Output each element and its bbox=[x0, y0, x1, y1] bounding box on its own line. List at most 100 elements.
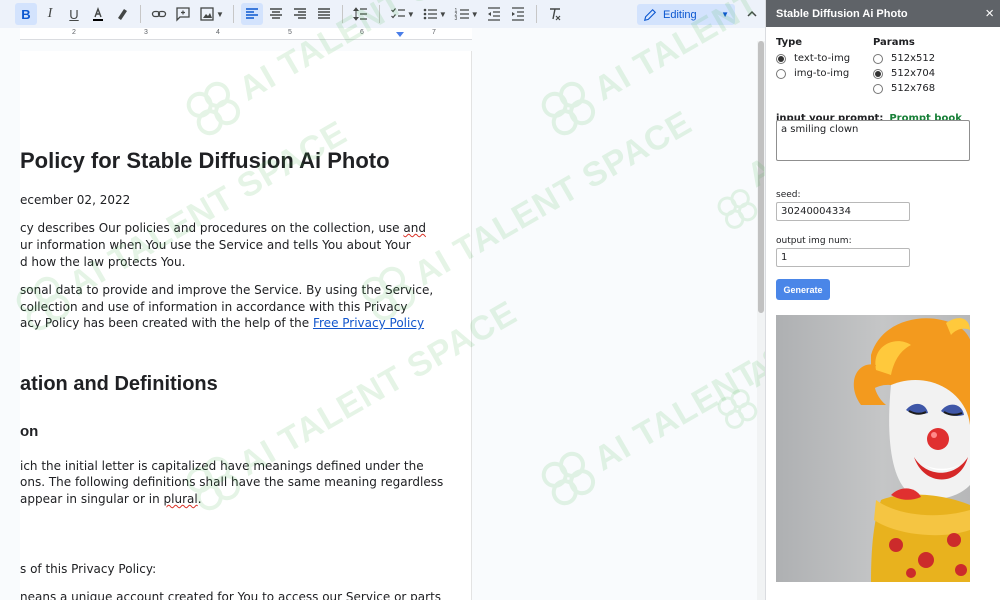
document-scrollbar[interactable] bbox=[757, 41, 765, 600]
spelling-flag[interactable]: and bbox=[403, 221, 426, 235]
doc-date: ecember 02, 2022 bbox=[20, 193, 131, 207]
collapse-toolbar-button[interactable] bbox=[742, 4, 762, 24]
doc-paragraph-line: s of this Privacy Policy: bbox=[20, 562, 157, 576]
chevron-down-icon[interactable]: ▼ bbox=[471, 10, 479, 19]
chevron-down-icon[interactable]: ▼ bbox=[439, 10, 447, 19]
chevron-down-icon[interactable]: ▼ bbox=[407, 10, 415, 19]
params-group: Params 512x512 512x704 512x768 bbox=[873, 37, 935, 96]
svg-text:3: 3 bbox=[454, 16, 457, 22]
chevron-down-icon: ▼ bbox=[721, 10, 729, 19]
decrease-indent-icon bbox=[487, 7, 500, 21]
type-option-img-to-img[interactable]: img-to-img bbox=[776, 66, 850, 81]
params-label: Params bbox=[873, 37, 915, 48]
radio-label: 512x512 bbox=[891, 53, 936, 64]
doc-paragraph-line: ons. The following definitions shall hav… bbox=[20, 475, 444, 489]
text-color-button[interactable] bbox=[87, 3, 109, 25]
params-option-512x512[interactable]: 512x512 bbox=[873, 51, 935, 66]
underline-button[interactable]: U bbox=[63, 3, 85, 25]
doc-paragraph-line: acy Policy has been created with the hel… bbox=[20, 315, 424, 332]
ruler-number: 7 bbox=[432, 29, 436, 36]
horizontal-ruler[interactable]: 2 3 4 5 6 7 bbox=[20, 28, 472, 40]
italic-button[interactable]: I bbox=[39, 3, 61, 25]
align-center-button[interactable] bbox=[265, 3, 287, 25]
line-spacing-button[interactable] bbox=[350, 3, 372, 25]
params-option-512x704[interactable]: 512x704 bbox=[873, 66, 935, 81]
checklist-button[interactable] bbox=[387, 3, 409, 25]
doc-title: Policy for Stable Diffusion Ai Photo bbox=[20, 148, 390, 173]
generated-image[interactable] bbox=[776, 315, 970, 582]
close-icon[interactable]: × bbox=[985, 5, 994, 22]
params-option-512x768[interactable]: 512x768 bbox=[873, 81, 935, 96]
toolbar-divider bbox=[232, 5, 234, 23]
pencil-icon bbox=[643, 8, 657, 21]
indent-marker[interactable] bbox=[396, 32, 404, 37]
bold-button[interactable]: B bbox=[15, 3, 37, 25]
insert-link-button[interactable] bbox=[148, 3, 170, 25]
seed-input[interactable] bbox=[776, 202, 910, 221]
toolbar-divider bbox=[378, 5, 380, 23]
type-option-text-to-img[interactable]: text-to-img bbox=[776, 51, 850, 66]
link-icon bbox=[151, 10, 167, 18]
spelling-flag[interactable]: plural bbox=[164, 492, 198, 506]
highlighter-icon bbox=[118, 9, 127, 20]
increase-indent-icon bbox=[511, 7, 524, 21]
bulleted-list-button[interactable] bbox=[419, 3, 441, 25]
radio-label: img-to-img bbox=[794, 68, 850, 79]
sidebar-title: Stable Diffusion Ai Photo bbox=[776, 7, 908, 20]
document-canvas: Policy for Stable Diffusion Ai Photo ece… bbox=[0, 41, 757, 600]
radio-button[interactable] bbox=[873, 53, 883, 64]
toolbar-divider bbox=[140, 5, 141, 23]
document-page[interactable]: Policy for Stable Diffusion Ai Photo ece… bbox=[20, 51, 472, 600]
numbered-list-icon: 123 bbox=[454, 8, 469, 22]
prompt-input[interactable]: a smiling clown bbox=[776, 120, 970, 161]
radio-button[interactable] bbox=[873, 83, 883, 94]
clown-portrait-image bbox=[853, 318, 970, 582]
increase-indent-button[interactable] bbox=[507, 3, 529, 25]
radio-button[interactable] bbox=[873, 68, 883, 79]
decrease-indent-button[interactable] bbox=[483, 3, 505, 25]
clear-formatting-icon bbox=[549, 8, 561, 21]
ruler-number: 6 bbox=[360, 29, 364, 36]
app-root: B I U ▼ ▼ ▼ 1 2 3 ▼ Editing ▼ 2 3 4 5 6 … bbox=[0, 0, 1000, 600]
radio-label: 512x768 bbox=[891, 83, 936, 94]
ruler-number: 3 bbox=[144, 29, 148, 36]
highlight-button[interactable] bbox=[111, 3, 133, 25]
doc-paragraph-line: neans a unique account created for You t… bbox=[20, 590, 442, 600]
radio-label: text-to-img bbox=[794, 53, 851, 64]
comment-icon bbox=[176, 7, 190, 22]
add-comment-button[interactable] bbox=[172, 3, 194, 25]
text-run: acy Policy has been created with the hel… bbox=[20, 316, 313, 330]
align-right-button[interactable] bbox=[289, 3, 311, 25]
radio-label: 512x704 bbox=[891, 68, 936, 79]
radio-button[interactable] bbox=[776, 68, 786, 79]
numbered-list-button[interactable]: 123 bbox=[451, 3, 473, 25]
ruler-number: 2 bbox=[72, 29, 76, 36]
justify-button[interactable] bbox=[313, 3, 335, 25]
doc-paragraph-line: cy describes Our policies and procedures… bbox=[20, 220, 426, 237]
checklist-icon bbox=[390, 8, 405, 19]
output-num-input[interactable] bbox=[776, 248, 910, 267]
ruler-number: 5 bbox=[288, 29, 292, 36]
generate-button[interactable]: Generate bbox=[776, 279, 830, 300]
line-spacing-icon bbox=[352, 7, 367, 21]
doc-paragraph-line: ich the initial letter is capitalized ha… bbox=[20, 459, 424, 473]
doc-paragraph-line: appear in singular or in plural. bbox=[20, 491, 202, 508]
formatting-toolbar: B I U ▼ ▼ ▼ 1 2 3 ▼ Editing ▼ bbox=[0, 0, 765, 28]
scrollbar-thumb[interactable] bbox=[758, 41, 764, 313]
seed-label: seed: bbox=[776, 190, 801, 200]
doc-paragraph-line: collection and use of information in acc… bbox=[20, 300, 408, 314]
stable-diffusion-sidebar: Stable Diffusion Ai Photo × Type text-to… bbox=[765, 0, 1000, 600]
chevron-down-icon[interactable]: ▼ bbox=[216, 10, 224, 19]
bulleted-list-icon bbox=[423, 8, 437, 20]
free-privacy-policy-link[interactable]: Free Privacy Policy bbox=[313, 316, 424, 330]
clear-formatting-button[interactable] bbox=[544, 3, 566, 25]
editing-mode-dropdown[interactable]: Editing ▼ bbox=[637, 4, 735, 25]
output-num-label: output img num: bbox=[776, 236, 852, 246]
doc-paragraph-line: sonal data to provide and improve the Se… bbox=[20, 283, 434, 297]
insert-image-button[interactable] bbox=[196, 3, 218, 25]
toolbar-divider bbox=[535, 5, 537, 23]
align-left-button[interactable] bbox=[240, 3, 263, 25]
radio-button[interactable] bbox=[776, 53, 786, 64]
doc-heading: ation and Definitions bbox=[20, 373, 218, 395]
align-right-icon bbox=[293, 8, 306, 19]
